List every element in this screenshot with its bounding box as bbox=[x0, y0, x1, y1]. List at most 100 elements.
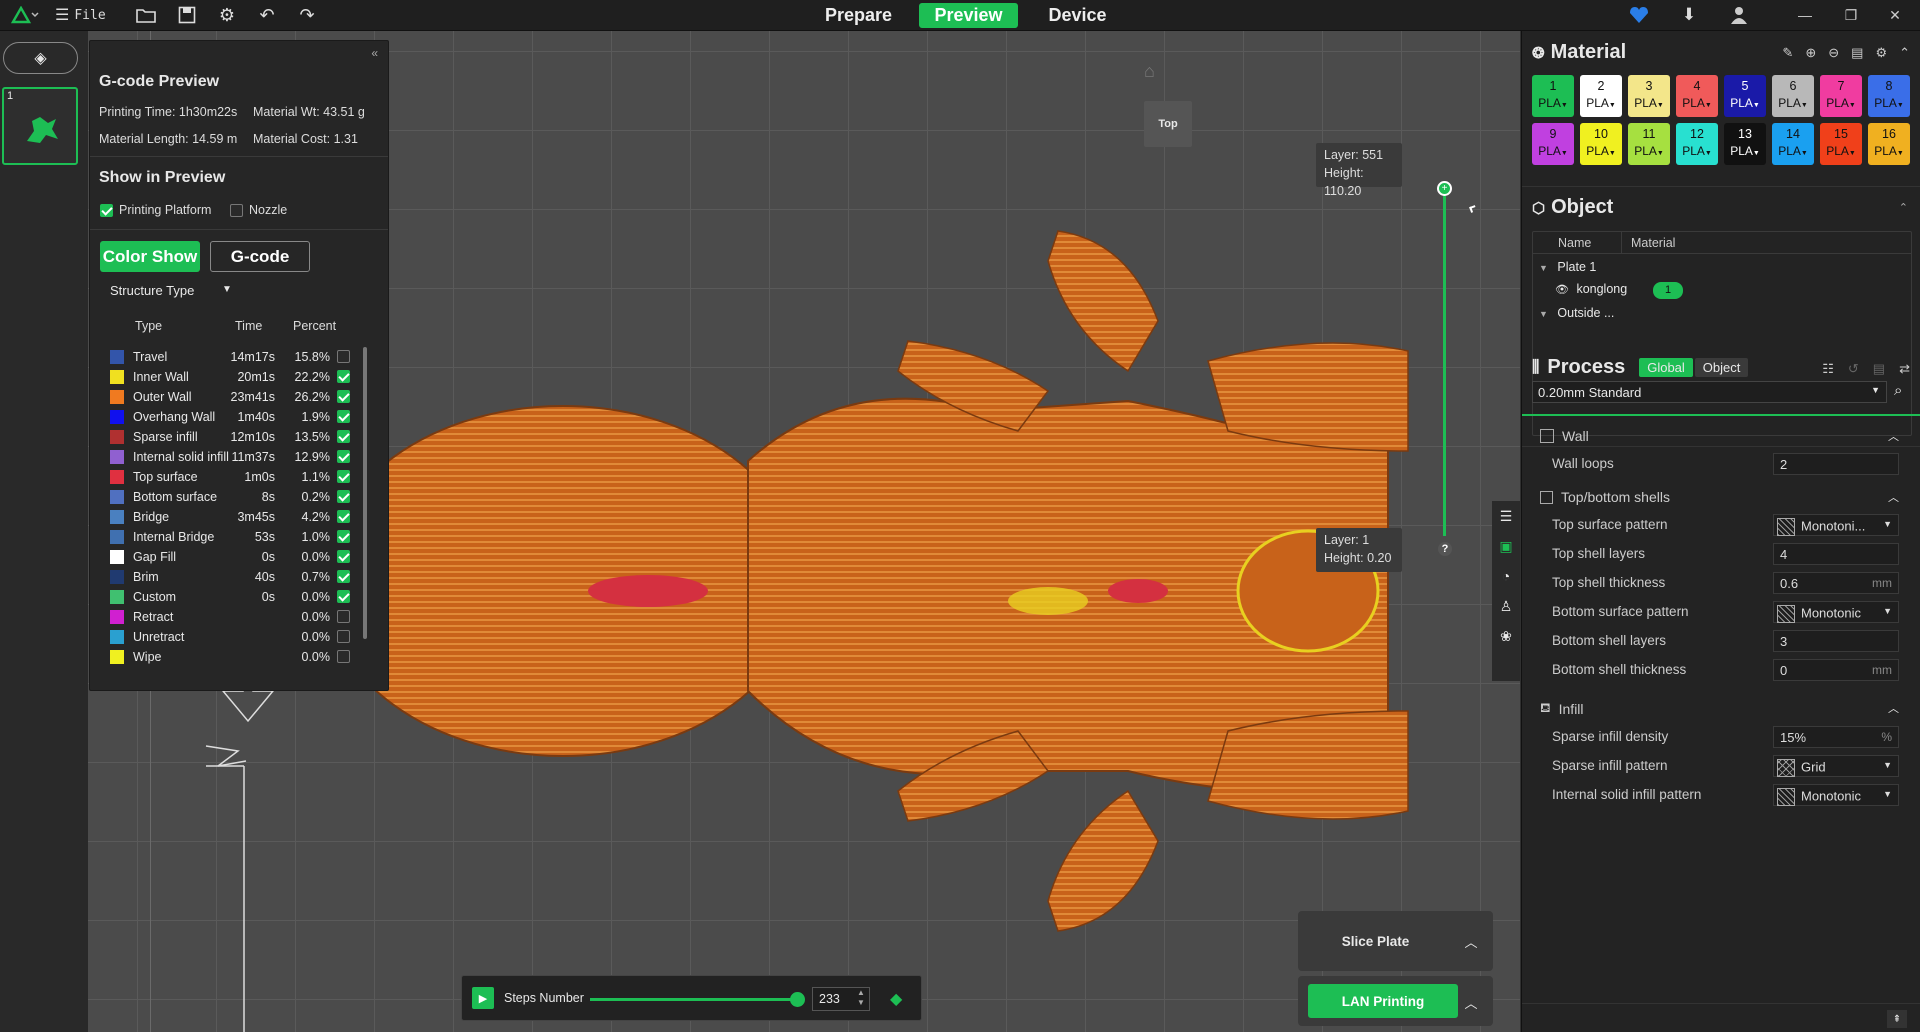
top-pattern-select[interactable]: Monotoni... ▼ bbox=[1773, 514, 1899, 536]
filament-slot[interactable]: 8 PLA▼ bbox=[1868, 75, 1910, 117]
legend-visibility-checkbox[interactable] bbox=[337, 550, 350, 563]
undo-icon[interactable]: ↶ bbox=[255, 4, 279, 26]
close-icon[interactable]: ✕ bbox=[1880, 4, 1910, 26]
print-expand-icon[interactable]: ︿ bbox=[1458, 990, 1484, 1014]
filament-slot[interactable]: 3 PLA▼ bbox=[1628, 75, 1670, 117]
object-material-badge[interactable]: 1 bbox=[1653, 282, 1683, 299]
printing-platform-checkbox[interactable] bbox=[100, 204, 113, 217]
edit-filament-icon[interactable]: ▤ bbox=[1851, 45, 1863, 61]
heart-shield-icon[interactable] bbox=[1627, 4, 1651, 26]
legend-visibility-checkbox[interactable] bbox=[337, 530, 350, 543]
search-icon[interactable]: ⌕ bbox=[1894, 382, 1902, 399]
object-row[interactable]: 👁 konglong 1 bbox=[1555, 282, 1915, 302]
play-icon[interactable]: ▶ bbox=[472, 987, 494, 1009]
legend-visibility-checkbox[interactable] bbox=[337, 370, 350, 383]
infill-subsection[interactable]: ⛾ Infill bbox=[1540, 700, 1584, 718]
filament-settings-icon[interactable]: ⚙ bbox=[1875, 45, 1887, 61]
outside-row[interactable]: ▼ Outside ... bbox=[1539, 306, 1614, 320]
compare-icon[interactable]: ⇄ bbox=[1899, 361, 1910, 377]
wall-loops-input[interactable]: 2 bbox=[1773, 453, 1899, 475]
filament-slot[interactable]: 12 PLA▼ bbox=[1676, 123, 1718, 165]
wall-subsection[interactable]: Wall bbox=[1540, 428, 1589, 444]
collapse-shells-icon[interactable]: ︿ bbox=[1888, 489, 1899, 505]
list-icon[interactable]: ☷ bbox=[1822, 361, 1834, 377]
plate-row[interactable]: ▼ Plate 1 bbox=[1539, 260, 1596, 274]
legend-visibility-checkbox[interactable] bbox=[337, 450, 350, 463]
legend-visibility-checkbox[interactable] bbox=[337, 410, 350, 423]
legend-visibility-checkbox[interactable] bbox=[337, 650, 350, 663]
bottom-thickness-input[interactable]: 0 mm bbox=[1773, 659, 1899, 681]
object-tab[interactable]: Object bbox=[1694, 358, 1749, 377]
add-filament-icon[interactable]: ⊕ bbox=[1805, 45, 1816, 61]
maximize-icon[interactable]: ❐ bbox=[1836, 4, 1866, 26]
legend-visibility-checkbox[interactable] bbox=[337, 470, 350, 483]
home-icon[interactable]: ⌂ bbox=[1144, 61, 1155, 82]
filament-slot[interactable]: 15 PLA▼ bbox=[1820, 123, 1862, 165]
layers-stack-icon[interactable]: ◆ bbox=[890, 989, 902, 1009]
slice-expand-icon[interactable]: ︿ bbox=[1458, 929, 1484, 953]
steps-slider-track[interactable] bbox=[590, 998, 798, 1001]
layer-slider-track[interactable] bbox=[1443, 191, 1446, 536]
legend-visibility-checkbox[interactable] bbox=[337, 590, 350, 603]
layer-slider-top-handle[interactable]: + bbox=[1437, 181, 1452, 196]
filament-slot[interactable]: 16 PLA▼ bbox=[1868, 123, 1910, 165]
collapse-object-icon[interactable]: ⌃ bbox=[1899, 201, 1908, 214]
legend-visibility-checkbox[interactable] bbox=[337, 430, 350, 443]
legend-visibility-checkbox[interactable] bbox=[337, 510, 350, 523]
tab-device[interactable]: Device bbox=[1030, 3, 1125, 28]
global-tab[interactable]: Global bbox=[1639, 358, 1693, 377]
speed-icon[interactable]: ◔ bbox=[1492, 561, 1520, 591]
reset-icon[interactable]: ↺ bbox=[1848, 361, 1859, 377]
filament-slot[interactable]: 13 PLA▼ bbox=[1724, 123, 1766, 165]
internal-pattern-select[interactable]: Monotonic ▼ bbox=[1773, 784, 1899, 806]
download-icon[interactable]: ⬇ bbox=[1677, 4, 1701, 26]
filament-slot[interactable]: 9 PLA▼ bbox=[1532, 123, 1574, 165]
tab-prepare[interactable]: Prepare bbox=[811, 3, 906, 28]
filament-slot[interactable]: 14 PLA▼ bbox=[1772, 123, 1814, 165]
plate-thumbnail[interactable]: 1 bbox=[2, 87, 78, 165]
tool-icon[interactable]: ♙ bbox=[1492, 591, 1520, 621]
legend-visibility-checkbox[interactable] bbox=[337, 350, 350, 363]
save-icon[interactable] bbox=[175, 4, 199, 26]
density-input[interactable]: 15%% bbox=[1773, 726, 1899, 748]
filament-slot[interactable]: 4 PLA▼ bbox=[1676, 75, 1718, 117]
layers-toggle-button[interactable]: ◈ bbox=[3, 42, 78, 74]
settings-gear-icon[interactable]: ⚙ bbox=[215, 4, 239, 26]
layer-view-icon[interactable]: ☰ bbox=[1492, 501, 1520, 531]
lan-printing-button[interactable]: LAN Printing bbox=[1308, 984, 1458, 1018]
minimize-icon[interactable]: — bbox=[1790, 4, 1820, 26]
collapse-material-icon[interactable]: ⌃ bbox=[1899, 45, 1910, 61]
remove-filament-icon[interactable]: ⊖ bbox=[1828, 45, 1839, 61]
preview-mode-icon[interactable]: ▣ bbox=[1492, 531, 1520, 561]
slice-plate-button[interactable]: Slice Plate bbox=[1298, 911, 1453, 971]
preset-dropdown[interactable]: 0.20mm Standard ▼ bbox=[1532, 381, 1887, 403]
structure-type-dropdown[interactable]: Structure Type ▼ bbox=[110, 283, 240, 303]
legend-visibility-checkbox[interactable] bbox=[337, 490, 350, 503]
steps-slider-handle[interactable] bbox=[790, 992, 805, 1007]
eye-icon[interactable]: 👁 bbox=[1555, 284, 1569, 296]
filament-slot[interactable]: 7 PLA▼ bbox=[1820, 75, 1862, 117]
top-thickness-input[interactable]: 0.6 mm bbox=[1773, 572, 1899, 594]
paint-brush-icon[interactable]: ✎ bbox=[1782, 45, 1793, 61]
filament-slot[interactable]: 5 PLA▼ bbox=[1724, 75, 1766, 117]
filament-slot[interactable]: 2 PLA▼ bbox=[1580, 75, 1622, 117]
filament-slot[interactable]: 10 PLA▼ bbox=[1580, 123, 1622, 165]
top-bottom-subsection[interactable]: Top/bottom shells bbox=[1540, 489, 1670, 505]
user-avatar-icon[interactable] bbox=[1727, 4, 1751, 26]
help-icon[interactable]: ? bbox=[1438, 542, 1452, 556]
gcode-button[interactable]: G-code bbox=[210, 241, 310, 272]
collapse-infill-icon[interactable]: ︿ bbox=[1888, 700, 1899, 716]
bottom-layers-input[interactable]: 3 bbox=[1773, 630, 1899, 652]
legend-visibility-checkbox[interactable] bbox=[337, 390, 350, 403]
open-folder-icon[interactable] bbox=[134, 4, 158, 26]
filament-slot[interactable]: 11 PLA▼ bbox=[1628, 123, 1670, 165]
tab-preview[interactable]: Preview bbox=[919, 3, 1018, 28]
bottom-pattern-select[interactable]: Monotonic ▼ bbox=[1773, 601, 1899, 623]
collapse-wall-icon[interactable]: ︿ bbox=[1888, 428, 1899, 444]
redo-icon[interactable]: ↷ bbox=[295, 4, 319, 26]
filament-slot[interactable]: 1 PLA▼ bbox=[1532, 75, 1574, 117]
sparse-pattern-select[interactable]: Grid ▼ bbox=[1773, 755, 1899, 777]
color-mode-icon[interactable]: ❀ bbox=[1492, 621, 1520, 651]
file-menu[interactable]: ☰ File bbox=[55, 4, 111, 26]
save-preset-icon[interactable]: ▤ bbox=[1873, 361, 1885, 377]
